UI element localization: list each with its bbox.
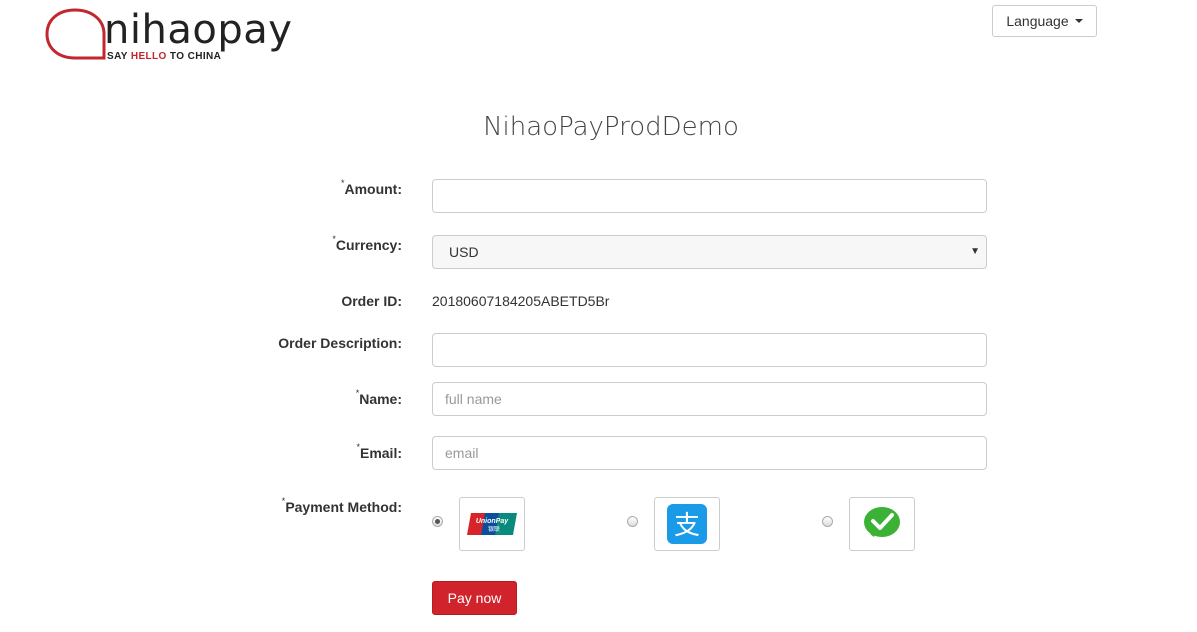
wechatpay-logo-box[interactable]	[849, 497, 915, 551]
logo-tagline: SAY HELLO TO CHINA	[107, 51, 222, 62]
alipay-logo-text: 支	[674, 511, 700, 541]
email-label: *Email:	[356, 442, 402, 461]
payment-method-label: *Payment Method:	[281, 496, 402, 515]
amount-label: *Amount:	[340, 178, 402, 197]
name-input[interactable]	[432, 382, 987, 416]
unionpay-icon: UnionPay 银联	[467, 513, 517, 535]
order-id-value: 20180607184205ABETD5Br	[432, 293, 610, 309]
unionpay-radio[interactable]	[432, 515, 443, 527]
page-title: NihaoPayProdDemo	[483, 112, 739, 142]
nihaopay-logo[interactable]: nihaopay SAY HELLO TO CHINA	[44, 6, 304, 66]
currency-label: *Currency:	[332, 234, 402, 253]
currency-value: USD	[449, 244, 479, 260]
wechat-pay-icon	[864, 507, 900, 537]
unionpay-logo-subtext: 银联	[488, 525, 500, 533]
payment-option-alipay[interactable]: 支	[627, 497, 720, 551]
alipay-logo-box[interactable]: 支	[654, 497, 720, 551]
alipay-icon: 支	[667, 504, 707, 544]
amount-input[interactable]	[432, 179, 987, 213]
language-label: Language	[1006, 13, 1069, 29]
language-dropdown-button[interactable]: Language	[992, 5, 1097, 37]
speech-bubble-icon	[45, 8, 106, 60]
payment-option-wechatpay[interactable]	[822, 497, 915, 551]
currency-select[interactable]: USD ▼	[432, 235, 987, 269]
caret-down-icon	[1074, 19, 1083, 23]
email-input[interactable]	[432, 436, 987, 470]
unionpay-logo-text: UnionPay	[476, 518, 509, 525]
logo-wordmark: nihaopay	[104, 7, 293, 53]
select-arrow-icon: ▼	[970, 246, 980, 257]
order-description-label: Order Description:	[278, 335, 402, 351]
alipay-radio[interactable]	[627, 515, 638, 527]
order-id-label: Order ID:	[341, 293, 402, 309]
payment-option-unionpay[interactable]: UnionPay 银联	[432, 497, 525, 551]
wechatpay-radio[interactable]	[822, 515, 833, 527]
name-label: *Name:	[355, 388, 402, 407]
order-description-input[interactable]	[432, 333, 987, 367]
pay-now-button[interactable]: Pay now	[432, 581, 517, 615]
unionpay-logo-box[interactable]: UnionPay 银联	[459, 497, 525, 551]
